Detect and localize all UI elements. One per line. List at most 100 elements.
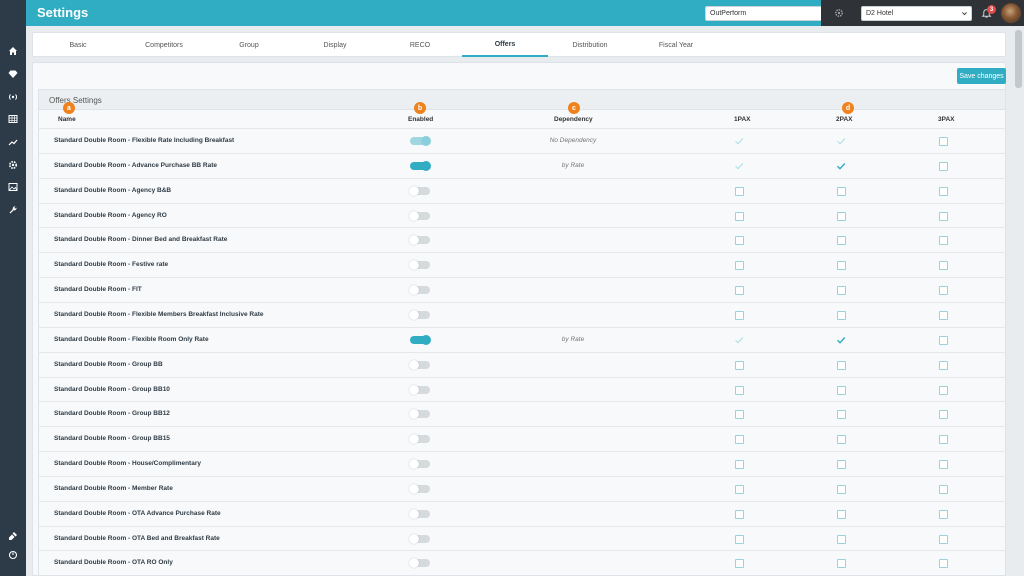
pax-checkbox[interactable] xyxy=(734,186,744,196)
header-controls: D2 Hotel 3 xyxy=(821,0,1024,26)
save-changes-button[interactable]: Save changes xyxy=(957,68,1006,84)
grid-icon[interactable] xyxy=(5,111,21,127)
pax-checkbox[interactable] xyxy=(836,559,846,569)
annotation-marker-d: d xyxy=(842,102,854,114)
pax-checkbox[interactable] xyxy=(938,335,948,345)
tab-fiscal-year[interactable]: Fiscal Year xyxy=(633,33,719,57)
pax-checkbox[interactable] xyxy=(734,286,744,296)
hotel-select[interactable]: D2 Hotel xyxy=(861,6,972,21)
pax-checkbox[interactable] xyxy=(836,236,846,246)
pax-checkbox[interactable] xyxy=(836,435,846,445)
pax-checkbox[interactable] xyxy=(836,509,846,519)
pax-checkbox[interactable] xyxy=(734,310,744,320)
offer-name: Standard Double Room - OTA Advance Purch… xyxy=(54,509,221,517)
enabled-toggle[interactable] xyxy=(409,260,430,271)
pax-checkbox[interactable] xyxy=(734,559,744,569)
pax-checkbox[interactable] xyxy=(938,534,948,544)
enabled-toggle[interactable] xyxy=(409,409,430,420)
broadcast-icon[interactable] xyxy=(5,89,21,105)
pax-checkbox[interactable] xyxy=(938,460,948,470)
pax-checkbox[interactable] xyxy=(836,534,846,544)
enabled-toggle[interactable] xyxy=(409,185,430,196)
pax-checkbox[interactable] xyxy=(938,186,948,196)
enabled-toggle[interactable] xyxy=(409,210,430,221)
checkmark-icon[interactable] xyxy=(836,136,846,146)
pax-checkbox[interactable] xyxy=(836,211,846,221)
tab-display[interactable]: Display xyxy=(292,33,378,57)
tab-competitors[interactable]: Competitors xyxy=(121,33,207,57)
plug-icon[interactable] xyxy=(5,528,21,544)
pax-checkbox[interactable] xyxy=(836,385,846,395)
power-icon[interactable] xyxy=(5,547,21,563)
tab-basic[interactable]: Basic xyxy=(35,33,121,57)
enabled-toggle[interactable] xyxy=(410,334,431,345)
enabled-toggle[interactable] xyxy=(409,533,430,544)
enabled-toggle[interactable] xyxy=(409,235,430,246)
image-icon[interactable] xyxy=(5,179,21,195)
enabled-toggle[interactable] xyxy=(409,508,430,519)
pax-checkbox[interactable] xyxy=(938,385,948,395)
pax-checkbox[interactable] xyxy=(938,435,948,445)
pax-checkbox[interactable] xyxy=(734,534,744,544)
settings-icon[interactable] xyxy=(5,157,21,173)
pax-checkbox[interactable] xyxy=(734,484,744,494)
pax-checkbox[interactable] xyxy=(734,460,744,470)
wrench-icon[interactable] xyxy=(5,202,21,218)
pax-checkbox[interactable] xyxy=(938,137,948,146)
trend-chart-icon[interactable] xyxy=(5,134,21,150)
avatar[interactable] xyxy=(1001,3,1021,23)
pax-checkbox[interactable] xyxy=(836,460,846,470)
pax-checkbox[interactable] xyxy=(836,484,846,494)
tab-reco[interactable]: RECO xyxy=(377,33,463,57)
checkmark-icon[interactable] xyxy=(734,136,744,146)
pax-checkbox[interactable] xyxy=(836,261,846,271)
tab-group[interactable]: Group xyxy=(206,33,292,57)
pax-checkbox[interactable] xyxy=(938,310,948,320)
enabled-toggle[interactable] xyxy=(409,384,430,395)
pax-checkbox[interactable] xyxy=(836,360,846,370)
pax-checkbox[interactable] xyxy=(734,360,744,370)
enabled-toggle[interactable] xyxy=(409,483,430,494)
pax-checkbox[interactable] xyxy=(836,310,846,320)
enabled-toggle[interactable] xyxy=(409,459,430,470)
pax-checkbox[interactable] xyxy=(734,211,744,221)
enabled-toggle[interactable] xyxy=(410,136,431,146)
enabled-toggle[interactable] xyxy=(409,434,430,445)
scrollbar-track[interactable] xyxy=(1013,26,1024,576)
pax-checkbox[interactable] xyxy=(734,410,744,420)
pax-checkbox[interactable] xyxy=(938,211,948,221)
pax-checkbox[interactable] xyxy=(734,435,744,445)
checkmark-icon[interactable] xyxy=(836,161,846,171)
pax-checkbox[interactable] xyxy=(938,509,948,519)
pax-checkbox[interactable] xyxy=(836,410,846,420)
tab-offers[interactable]: Offers xyxy=(462,33,548,57)
enabled-toggle[interactable] xyxy=(410,160,431,171)
enabled-toggle[interactable] xyxy=(409,558,430,569)
diamond-icon[interactable] xyxy=(5,66,21,82)
home-icon[interactable] xyxy=(5,43,21,59)
pax-checkbox[interactable] xyxy=(734,385,744,395)
pax-checkbox[interactable] xyxy=(938,161,948,171)
tab-distribution[interactable]: Distribution xyxy=(547,33,633,57)
pax-checkbox[interactable] xyxy=(938,286,948,296)
enabled-toggle[interactable] xyxy=(409,309,430,320)
pax-checkbox[interactable] xyxy=(938,559,948,569)
checkmark-icon[interactable] xyxy=(734,335,744,345)
toggle-knob xyxy=(409,533,419,544)
enabled-toggle[interactable] xyxy=(409,285,430,296)
pax-checkbox[interactable] xyxy=(938,261,948,271)
scrollbar-thumb[interactable] xyxy=(1015,30,1022,88)
pax-checkbox[interactable] xyxy=(938,410,948,420)
checkmark-icon[interactable] xyxy=(836,335,846,345)
settings-gear-icon[interactable] xyxy=(834,8,844,18)
pax-checkbox[interactable] xyxy=(734,261,744,271)
pax-checkbox[interactable] xyxy=(836,286,846,296)
pax-checkbox[interactable] xyxy=(938,360,948,370)
pax-checkbox[interactable] xyxy=(836,186,846,196)
pax-checkbox[interactable] xyxy=(734,236,744,246)
checkmark-icon[interactable] xyxy=(734,161,744,171)
pax-checkbox[interactable] xyxy=(938,484,948,494)
pax-checkbox[interactable] xyxy=(938,236,948,246)
enabled-toggle[interactable] xyxy=(409,359,430,370)
pax-checkbox[interactable] xyxy=(734,509,744,519)
